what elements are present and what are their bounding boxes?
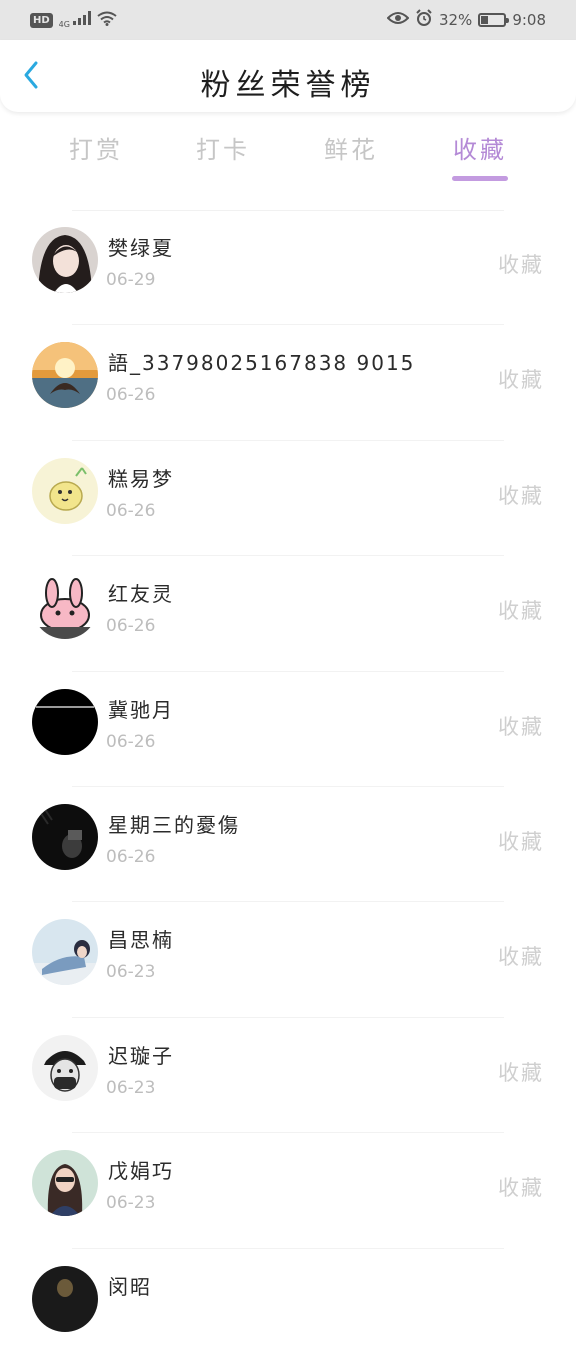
fan-date: 06-26 — [106, 731, 156, 752]
favorite-label: 收藏 — [498, 599, 544, 624]
favorite-label: 收藏 — [498, 1060, 544, 1085]
fan-date: 06-29 — [106, 270, 156, 290]
list-item[interactable]: 昌思楠 06-23 收藏 — [0, 902, 576, 1018]
avatar — [32, 227, 98, 293]
list-item[interactable]: 迟璇子 06-23 收藏 — [0, 1018, 576, 1134]
avatar — [32, 688, 98, 755]
list-item[interactable]: 戊娟巧 06-23 收藏 — [0, 1133, 576, 1249]
alarm-icon — [415, 9, 433, 31]
fan-name: 語_33798025167838 9015 — [108, 351, 416, 376]
eye-icon — [386, 11, 410, 29]
network-type: 4G — [58, 19, 70, 29]
wifi-icon — [97, 11, 117, 30]
favorite-label: 收藏 — [498, 1176, 544, 1201]
tab-reward[interactable]: 打赏 — [46, 130, 146, 165]
list-item[interactable]: 红友灵 06-26 收藏 — [0, 556, 576, 672]
tab-bar: 打赏 打卡 鲜花 收藏 — [0, 122, 576, 184]
fan-name: 樊绿夏 — [108, 236, 174, 260]
fan-list: 樊绿夏 06-29 收藏 語_33798025167838 9015 06-26… — [0, 210, 576, 1364]
fan-name: 昌思楠 — [108, 928, 174, 953]
avatar — [32, 573, 98, 640]
favorite-label: 收藏 — [498, 945, 544, 970]
fan-date: 06-23 — [106, 962, 156, 983]
avatar — [32, 1150, 98, 1217]
fan-name: 糕易梦 — [108, 466, 174, 491]
list-item[interactable]: 糕易梦 06-26 收藏 — [0, 441, 576, 557]
status-bar: HD 4G 32% 9:08 — [0, 0, 576, 40]
favorite-label: 收藏 — [498, 368, 544, 393]
battery-icon — [478, 13, 510, 27]
hd-badge: HD — [30, 12, 53, 28]
fan-date: 06-26 — [106, 500, 156, 521]
battery-fill — [481, 16, 489, 24]
app-header: 粉丝荣誉榜 — [0, 40, 576, 112]
fan-name: 冀驰月 — [108, 697, 174, 722]
avatar — [32, 1265, 98, 1332]
favorite-label: 收藏 — [498, 483, 544, 508]
tab-flowers[interactable]: 鲜花 — [301, 130, 401, 165]
favorite-label: 收藏 — [498, 714, 544, 739]
fan-name: 戊娟巧 — [108, 1159, 174, 1184]
fan-date: 06-26 — [106, 846, 156, 867]
clock-time: 9:08 — [512, 11, 546, 29]
fan-date: 06-26 — [106, 385, 156, 406]
list-item[interactable]: 冀驰月 06-26 收藏 — [0, 672, 576, 787]
list-item[interactable]: 星期三的憂傷 06-26 收藏 — [0, 787, 576, 903]
fan-name: 星期三的憂傷 — [108, 812, 240, 837]
favorite-label: 收藏 — [498, 829, 544, 854]
avatar — [32, 919, 98, 986]
avatar — [32, 457, 98, 524]
fan-date: 06-23 — [106, 1077, 156, 1098]
page-title: 粉丝荣誉榜 — [200, 68, 376, 103]
tab-checkin[interactable]: 打卡 — [173, 130, 273, 165]
tab-favorites[interactable]: 收藏 — [430, 130, 530, 165]
fan-name: 迟璇子 — [108, 1043, 174, 1068]
list-item[interactable]: 語_33798025167838 9015 06-26 收藏 — [0, 325, 576, 441]
status-bar-right: 32% 9:08 — [386, 9, 546, 31]
fan-name: 闵昭 — [108, 1274, 152, 1299]
fan-name: 红友灵 — [108, 582, 174, 607]
avatar — [32, 803, 98, 870]
fan-date: 06-23 — [106, 1193, 156, 1214]
list-item[interactable]: 闵昭 — [0, 1249, 576, 1364]
battery-percent: 32% — [438, 11, 473, 29]
fan-date: 06-26 — [106, 616, 156, 637]
avatar — [32, 1034, 98, 1101]
active-tab-indicator — [452, 176, 508, 181]
status-bar-left: HD 4G — [30, 11, 117, 30]
list-item[interactable]: 樊绿夏 06-29 收藏 — [0, 210, 576, 326]
favorite-label: 收藏 — [498, 253, 544, 277]
signal-icon — [72, 11, 91, 29]
avatar — [32, 342, 98, 409]
